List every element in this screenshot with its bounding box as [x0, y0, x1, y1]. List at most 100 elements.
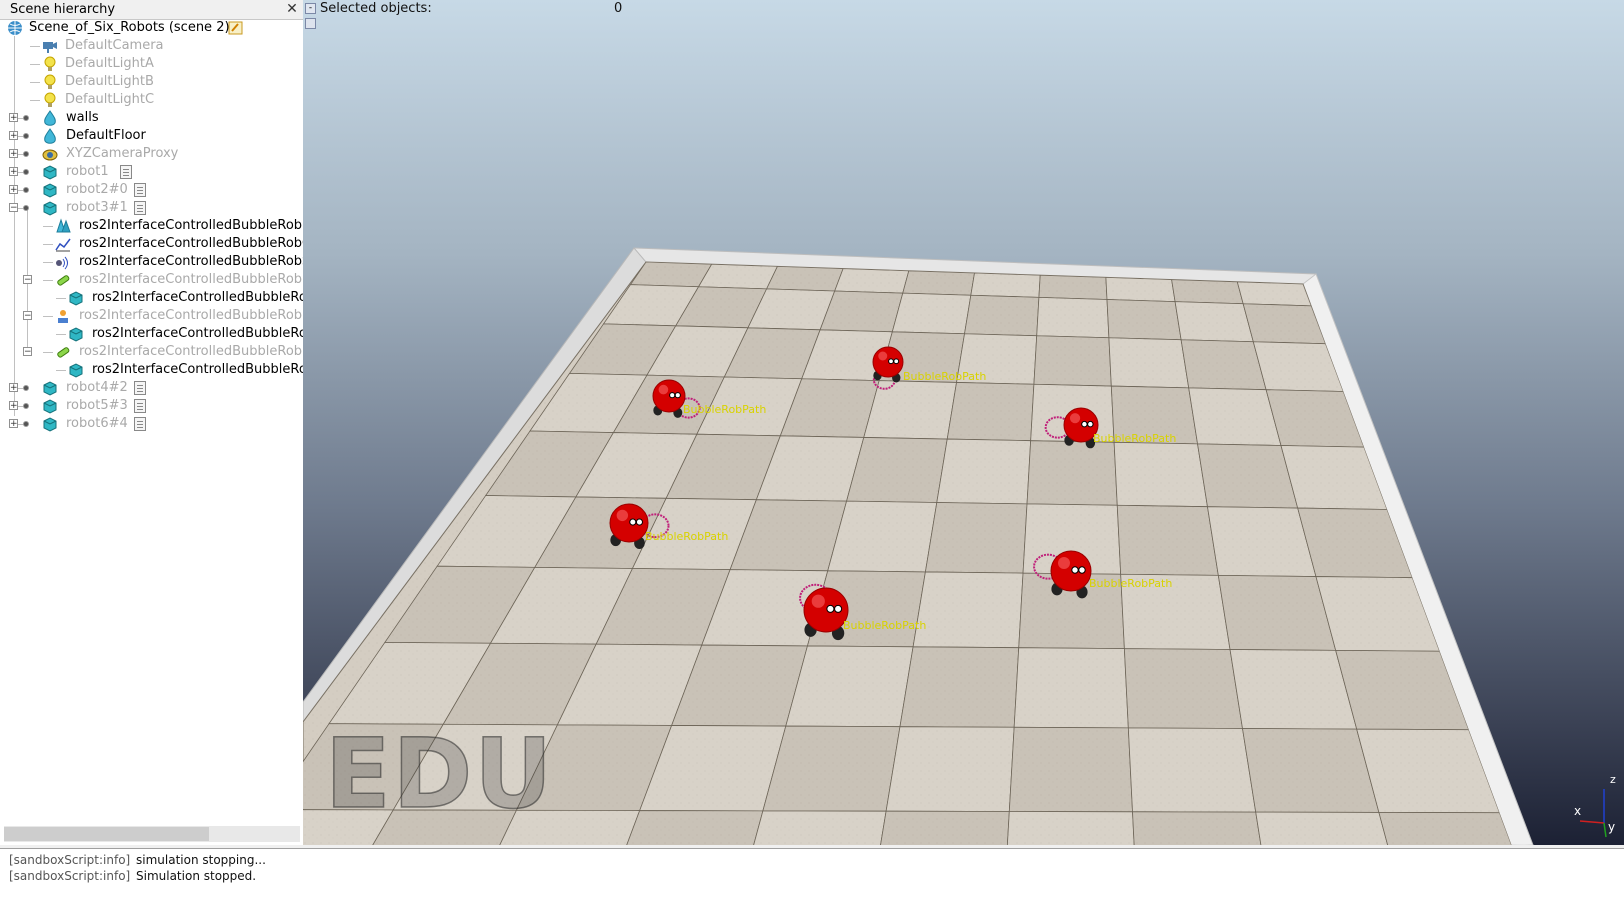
tree-item[interactable]: + robot6#4 — [0, 415, 300, 433]
visibility-dot-icon[interactable] — [23, 169, 29, 175]
robot-eye — [834, 604, 843, 613]
tree-item[interactable]: ros2InterfaceControlledBubbleRobGr — [0, 235, 303, 253]
cuboid-icon — [43, 417, 57, 432]
robot-eye — [674, 392, 681, 399]
robot-path-label: BubbleRobPath — [1089, 577, 1173, 590]
tree-item[interactable]: + robot2#0 — [0, 181, 300, 199]
script-icon[interactable] — [134, 183, 147, 197]
robot-path-label: BubbleRobPath — [1093, 432, 1177, 445]
visibility-dot-icon[interactable] — [23, 385, 29, 391]
tree-item[interactable]: − robot3#1 — [0, 199, 300, 217]
tree-item[interactable]: − ros2InterfaceControlledBubbleRobRi — [0, 343, 303, 361]
expand-icon[interactable]: + — [9, 167, 18, 177]
script-icon[interactable] — [119, 165, 132, 179]
robot-eye — [826, 604, 835, 613]
tree-item[interactable]: ros2InterfaceControlledBubbleRobl — [0, 361, 303, 379]
scene-root[interactable]: Scene_of_Six_Robots (scene 2) — [0, 19, 300, 37]
script-icon[interactable] — [134, 381, 147, 395]
collapse-icon[interactable]: − — [23, 311, 32, 321]
visibility-dot-icon[interactable] — [23, 187, 29, 193]
cuboid-icon — [43, 165, 57, 180]
robot-eye — [1071, 566, 1079, 574]
script-icon[interactable] — [134, 399, 147, 413]
expand-icon[interactable]: + — [9, 383, 18, 393]
console-tag: [sandboxScript:info] — [9, 853, 131, 867]
tree-item-label: ros2InterfaceControlledBubbleRobSe — [79, 254, 304, 269]
robot-path-label: BubbleRobPath — [903, 370, 987, 383]
scene-script-icon[interactable] — [228, 20, 244, 36]
info-toggle-button[interactable] — [305, 18, 316, 29]
scene-viewport[interactable]: - Selected objects: 0 EDU BubbleRobPath B… — [303, 0, 1624, 845]
light-icon — [44, 56, 56, 71]
scene-hierarchy-panel: Scene hierarchy ✕ Scene_of_Six_Robots (s… — [0, 0, 304, 845]
scene-name: Scene_of_Six_Robots (scene 2) — [29, 20, 230, 35]
visibility-dot-icon[interactable] — [23, 133, 29, 139]
tree-item-label: ros2InterfaceControlledBubbleRobLe — [79, 272, 304, 287]
forcesensor-icon — [58, 310, 68, 323]
tree-item-label: ros2InterfaceControlledBubbleRobl — [92, 290, 304, 305]
close-icon[interactable]: ✕ — [285, 2, 299, 16]
tree-item-label: DefaultFloor — [66, 128, 146, 143]
hierarchy-horizontal-scrollbar[interactable] — [4, 826, 300, 842]
tree-item[interactable]: + XYZCameraProxy — [0, 145, 300, 163]
expand-icon[interactable]: + — [9, 131, 18, 141]
collapse-info-button[interactable]: - — [305, 3, 316, 14]
tree-item[interactable]: ros2InterfaceControlledBubbleRobSe — [0, 253, 303, 271]
light-icon — [44, 92, 56, 107]
robot-eye — [893, 358, 900, 365]
tree-item[interactable]: ros2InterfaceControlledBubbleRob( — [0, 325, 303, 343]
hierarchy-title-bar: Scene hierarchy ✕ — [0, 0, 303, 20]
expand-icon[interactable]: + — [9, 113, 18, 123]
dummy-icon — [42, 149, 58, 161]
cuboid-icon — [69, 327, 83, 342]
expand-icon[interactable]: + — [9, 149, 18, 159]
cuboid-icon — [43, 183, 57, 198]
collapse-icon[interactable]: − — [9, 203, 18, 213]
expand-icon[interactable]: + — [9, 419, 18, 429]
expand-icon[interactable]: + — [9, 185, 18, 195]
robot-eye — [1078, 566, 1086, 574]
tree-item[interactable]: + walls — [0, 109, 300, 127]
visibility-dot-icon[interactable] — [23, 205, 29, 211]
visibility-dot-icon[interactable] — [23, 151, 29, 157]
tree-item[interactable]: DefaultLightB — [0, 73, 300, 91]
tree-item-label: robot6#4 — [66, 416, 128, 431]
tree-item[interactable]: DefaultLightA — [0, 55, 300, 73]
scrollbar-thumb[interactable] — [4, 827, 209, 841]
tree-item[interactable]: + robot4#2 — [0, 379, 300, 397]
visibility-dot-icon[interactable] — [23, 115, 29, 121]
tree-item[interactable]: ros2InterfaceControlledBubbleRobBo — [0, 217, 303, 235]
tree-item[interactable]: DefaultCamera — [0, 37, 300, 55]
tree-item[interactable]: + robot5#3 — [0, 397, 300, 415]
script-icon[interactable] — [134, 417, 147, 431]
tree-item[interactable]: + DefaultFloor — [0, 127, 300, 145]
collapse-icon[interactable]: − — [23, 347, 32, 357]
tree-item-label: robot3#1 — [66, 200, 128, 215]
joint-icon — [57, 347, 70, 358]
tree-item[interactable]: − ros2InterfaceControlledBubbleRobLe — [0, 271, 303, 289]
light-icon — [44, 74, 56, 89]
robot-eye — [629, 518, 637, 526]
tree-item-label: ros2InterfaceControlledBubbleRobBo — [79, 218, 304, 233]
tree-item[interactable]: ros2InterfaceControlledBubbleRobl — [0, 289, 303, 307]
tree-item-label: ros2InterfaceControlledBubbleRobl — [92, 362, 304, 377]
expand-icon[interactable]: + — [9, 401, 18, 411]
collapse-icon[interactable]: − — [23, 275, 32, 285]
tree-item[interactable]: DefaultLightC — [0, 91, 300, 109]
tree-item-label: DefaultLightC — [65, 92, 155, 107]
console-line: [sandboxScript:info] Simulation stopped. — [9, 869, 256, 883]
script-icon[interactable] — [134, 201, 147, 215]
cuboid-icon — [69, 363, 83, 378]
console-line: [sandboxScript:info] simulation stopping… — [9, 853, 266, 867]
axis-y-label: y — [1608, 820, 1615, 834]
status-console[interactable]: [sandboxScript:info] simulation stopping… — [0, 848, 1624, 899]
graph-icon — [55, 238, 71, 252]
axis-z-label: z — [1610, 773, 1616, 786]
shape-icon — [44, 128, 56, 144]
visibility-dot-icon[interactable] — [23, 403, 29, 409]
proximity-icon — [56, 218, 71, 233]
tree-item-label: robot2#0 — [66, 182, 128, 197]
visibility-dot-icon[interactable] — [23, 421, 29, 427]
tree-item[interactable]: + robot1 — [0, 163, 300, 181]
tree-item[interactable]: − ros2InterfaceControlledBubbleRobLin — [0, 307, 303, 325]
